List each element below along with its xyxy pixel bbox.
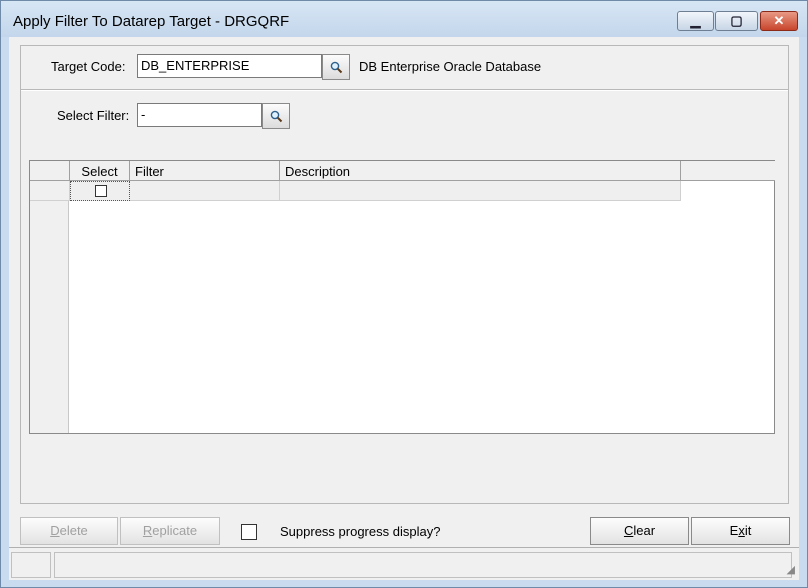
delete-button[interactable]: Delete — [20, 517, 118, 545]
column-header-filter[interactable]: Filter — [130, 161, 280, 181]
grid-header-filler — [681, 161, 775, 181]
clear-label-post: lear — [633, 523, 656, 538]
replicate-label-accelerator: R — [142, 523, 153, 538]
search-icon — [270, 110, 283, 123]
status-pane-main — [54, 552, 792, 578]
description-cell[interactable] — [280, 181, 681, 201]
replicate-label-post: eplicate — [152, 523, 198, 538]
suppress-progress-label: Suppress progress display? — [280, 524, 441, 539]
app-window: Apply Filter To Datarep Target - DRGQRF … — [0, 0, 808, 588]
clear-button[interactable]: Clear — [590, 517, 689, 545]
delete-label-post: elete — [59, 523, 88, 538]
maximize-icon: ▢ — [730, 13, 743, 28]
replicate-button[interactable]: Replicate — [120, 517, 220, 545]
title-bar[interactable]: Apply Filter To Datarep Target - DRGQRF … — [1, 1, 807, 37]
exit-label-post: it — [744, 523, 752, 538]
target-code-lookup-button[interactable] — [322, 54, 350, 80]
select-cell[interactable] — [70, 181, 130, 201]
column-header-select[interactable]: Select — [70, 161, 130, 181]
row-header-column — [30, 161, 69, 433]
target-description: DB Enterprise Oracle Database — [359, 59, 542, 74]
window-title: Apply Filter To Datarep Target - DRGQRF — [13, 13, 290, 30]
select-filter-field[interactable]: - — [137, 103, 262, 127]
exit-button[interactable]: Exit — [691, 517, 790, 545]
column-header-description[interactable]: Description — [280, 161, 681, 181]
delete-label-accelerator: D — [50, 523, 60, 538]
client-area: Target Code: DB_ENTERPRISE DB Enterprise… — [9, 37, 799, 580]
target-code-field[interactable]: DB_ENTERPRISE — [137, 54, 322, 78]
section-divider — [21, 89, 788, 91]
select-filter-label: Select Filter: — [57, 108, 130, 123]
filter-cell[interactable] — [130, 181, 280, 201]
close-button[interactable]: ✕ — [760, 11, 798, 31]
row-header-cell[interactable] — [30, 181, 70, 201]
minimize-icon: ▁ — [690, 13, 701, 28]
suppress-progress-checkbox[interactable] — [241, 524, 257, 540]
clear-label-accelerator: C — [623, 523, 634, 538]
status-bar: ◢ — [9, 547, 799, 580]
search-icon — [330, 61, 343, 74]
filter-grid[interactable]: Select Filter Description — [29, 160, 775, 434]
row-select-checkbox[interactable] — [95, 185, 107, 197]
minimize-button[interactable]: ▁ — [677, 11, 714, 31]
target-code-label: Target Code: — [51, 59, 126, 74]
grid-corner-header — [30, 161, 70, 181]
close-icon: ✕ — [773, 13, 785, 28]
maximize-button[interactable]: ▢ — [715, 11, 758, 31]
status-pane-left — [11, 552, 51, 578]
resize-grip-icon[interactable]: ◢ — [787, 563, 795, 576]
select-filter-lookup-button[interactable] — [262, 103, 290, 129]
